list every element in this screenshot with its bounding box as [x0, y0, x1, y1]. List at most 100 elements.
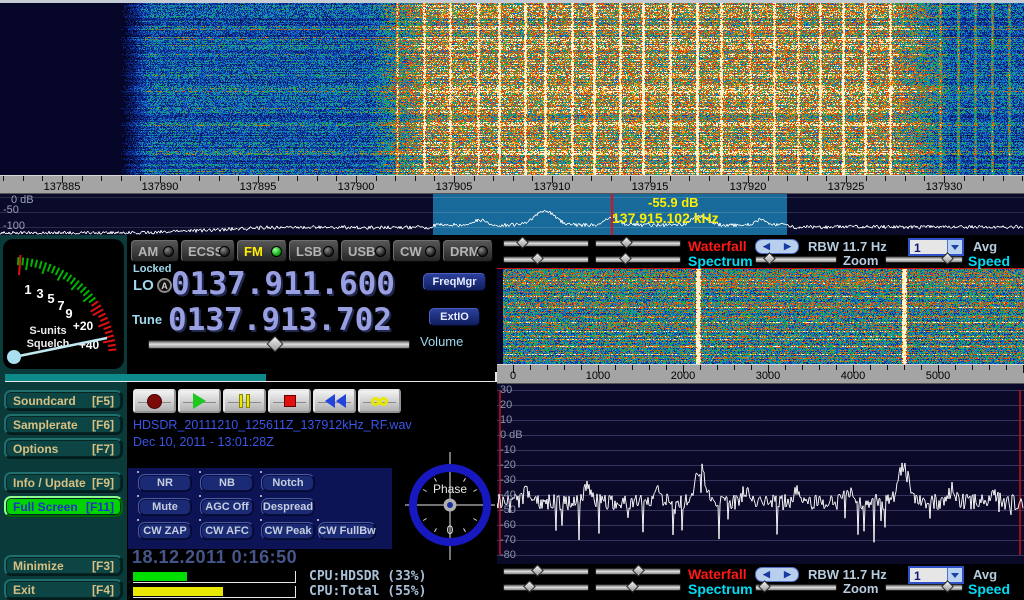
scale-tick	[689, 176, 690, 181]
mode-button-usb[interactable]: USB	[341, 240, 391, 262]
dsp-button-label: CW AFC	[205, 525, 249, 537]
right-controls-top: Waterfall◀▶RBW 11.7 Hz1AvgSpectrumZoomSp…	[497, 238, 1024, 268]
audio-frequency-scale[interactable]: 010002000300040005000	[497, 364, 1024, 384]
dsp-button-label: Notch	[272, 477, 303, 489]
spectrum-tab-label[interactable]: Spectrum	[688, 253, 753, 269]
dsp-button-led	[199, 471, 201, 473]
audio-spectrum-display[interactable]	[497, 384, 1024, 564]
spectrum-brightness-slider-thumb[interactable]	[531, 252, 544, 265]
right-arrow-icon[interactable]: ▶	[784, 241, 791, 252]
avg-dropdown-button[interactable]	[947, 568, 962, 582]
rewind-button[interactable]	[313, 389, 356, 413]
loop-icon	[372, 397, 388, 406]
waterfall-brightness-slider-thumb[interactable]	[531, 564, 544, 577]
waterfall-contrast-slider[interactable]	[595, 240, 681, 247]
main-waterfall-display[interactable]	[0, 3, 1024, 175]
button-full-screen[interactable]: Full Screen[F11]	[4, 496, 123, 517]
dsp-button-led	[260, 519, 262, 521]
extio-button[interactable]: ExtIO	[429, 308, 480, 326]
audio-waterfall-display[interactable]	[497, 269, 1024, 364]
button-fkey: [F4]	[92, 583, 114, 597]
left-arrow-icon[interactable]: ◀	[763, 241, 770, 252]
dsp-button-cw-zap[interactable]: CW ZAP	[138, 522, 192, 540]
spectrum-brightness-slider-thumb[interactable]	[523, 580, 536, 593]
button-minimize[interactable]: Minimize[F3]	[4, 555, 123, 576]
mode-button-fm[interactable]: FM	[237, 240, 287, 262]
mode-button-am[interactable]: AM	[131, 240, 179, 262]
audio-scale-label: 5000	[926, 370, 950, 382]
pause-icon	[239, 394, 250, 408]
volume-slider-thumb[interactable]	[267, 336, 284, 353]
avg-dropdown[interactable]: 1	[908, 566, 964, 584]
playback-progress-bar[interactable]	[5, 374, 497, 382]
dsp-button-nr[interactable]: NR	[138, 474, 192, 492]
mode-button-ecss[interactable]: ECSS	[181, 240, 235, 262]
dsp-button-cw-afc[interactable]: CW AFC	[200, 522, 254, 540]
spectrum-contrast-slider-thumb[interactable]	[619, 252, 632, 265]
button-soundcard[interactable]: Soundcard[F5]	[4, 390, 123, 411]
left-arrow-icon[interactable]: ◀	[763, 569, 770, 580]
waterfall-shift-spinner[interactable]: ◀▶	[755, 567, 799, 582]
dsp-button-agc-off[interactable]: AGC Off	[200, 498, 254, 516]
s-meter[interactable]: 1 3 5 7 9 +20 +40 S-units Squelch	[3, 239, 124, 369]
speed-slider[interactable]	[885, 256, 963, 263]
mode-button-drm[interactable]: DRM	[443, 240, 493, 262]
freqmgr-button[interactable]: FreqMgr	[423, 273, 486, 291]
zoom-slider[interactable]	[755, 584, 837, 591]
button-samplerate[interactable]: Samplerate[F6]	[4, 414, 123, 435]
rf-frequency-scale[interactable]: 1378851378901378951379001379051379101379…	[0, 175, 1024, 194]
tune-frequency-display[interactable]: 0137.913.702	[168, 302, 392, 338]
play-button[interactable]	[178, 389, 221, 413]
waterfall-contrast-slider-thumb[interactable]	[620, 236, 633, 249]
dsp-button-nb[interactable]: NB	[200, 474, 254, 492]
button-options[interactable]: Options[F7]	[4, 438, 123, 459]
waterfall-contrast-slider[interactable]	[595, 568, 681, 575]
avg-dropdown[interactable]: 1	[908, 238, 964, 256]
button-info-update[interactable]: Info / Update[F9]	[4, 472, 123, 493]
scale-tick	[581, 365, 582, 370]
waterfall-brightness-slider-thumb[interactable]	[516, 236, 529, 249]
dsp-button-mute[interactable]: Mute	[138, 498, 192, 516]
loop-button[interactable]	[358, 389, 401, 413]
spectrum-contrast-slider-thumb[interactable]	[626, 580, 639, 593]
s-meter-scale-num: 7	[57, 298, 64, 313]
scale-tick	[493, 176, 494, 181]
record-button[interactable]	[133, 389, 176, 413]
spectrum-contrast-slider[interactable]	[595, 256, 681, 263]
button-exit[interactable]: Exit[F4]	[4, 579, 123, 600]
audio-db-label: 30	[500, 384, 512, 396]
stop-button[interactable]	[268, 389, 311, 413]
zoom-slider[interactable]	[755, 256, 837, 263]
spectrum-brightness-slider[interactable]	[503, 256, 589, 263]
lo-frequency-display[interactable]: 0137.911.600	[171, 266, 395, 302]
main-spectrum-display[interactable]	[0, 194, 1024, 235]
mode-button-lsb[interactable]: LSB	[289, 240, 339, 262]
zoom-slider-thumb[interactable]	[758, 580, 771, 593]
right-arrow-icon[interactable]: ▶	[784, 569, 791, 580]
dsp-button-cw-fullbw[interactable]: CW FullBw	[318, 522, 376, 540]
pause-button[interactable]	[223, 389, 266, 413]
waterfall-brightness-slider[interactable]	[503, 568, 589, 575]
waterfall-contrast-slider-thumb[interactable]	[632, 564, 645, 577]
dsp-button-notch[interactable]: Notch	[261, 474, 315, 492]
volume-slider[interactable]	[148, 340, 410, 349]
audio-db-label: 20	[500, 399, 512, 411]
chevron-down-icon	[951, 573, 959, 578]
spectrum-contrast-slider[interactable]	[595, 584, 681, 591]
waterfall-tab-label[interactable]: Waterfall	[688, 566, 747, 582]
waterfall-tab-label[interactable]: Waterfall	[688, 238, 747, 254]
phase-indicator[interactable]: Phase 0	[405, 450, 495, 562]
dsp-button-despread[interactable]: Despread	[261, 498, 315, 516]
avg-dropdown-value: 1	[910, 240, 947, 254]
avg-dropdown-button[interactable]	[947, 240, 962, 254]
waterfall-brightness-slider[interactable]	[503, 240, 589, 247]
dsp-button-cw-peak[interactable]: CW Peak	[261, 522, 315, 540]
spectrum-tab-label[interactable]: Spectrum	[688, 581, 753, 597]
speed-slider[interactable]	[885, 584, 963, 591]
zoom-slider-thumb[interactable]	[763, 252, 776, 265]
waterfall-shift-spinner[interactable]: ◀▶	[755, 239, 799, 254]
mode-button-cw[interactable]: CW	[393, 240, 441, 262]
lo-a-badge[interactable]: A	[157, 278, 172, 293]
s-meter-scale-num: 1	[24, 282, 31, 297]
spectrum-brightness-slider[interactable]	[503, 584, 589, 591]
